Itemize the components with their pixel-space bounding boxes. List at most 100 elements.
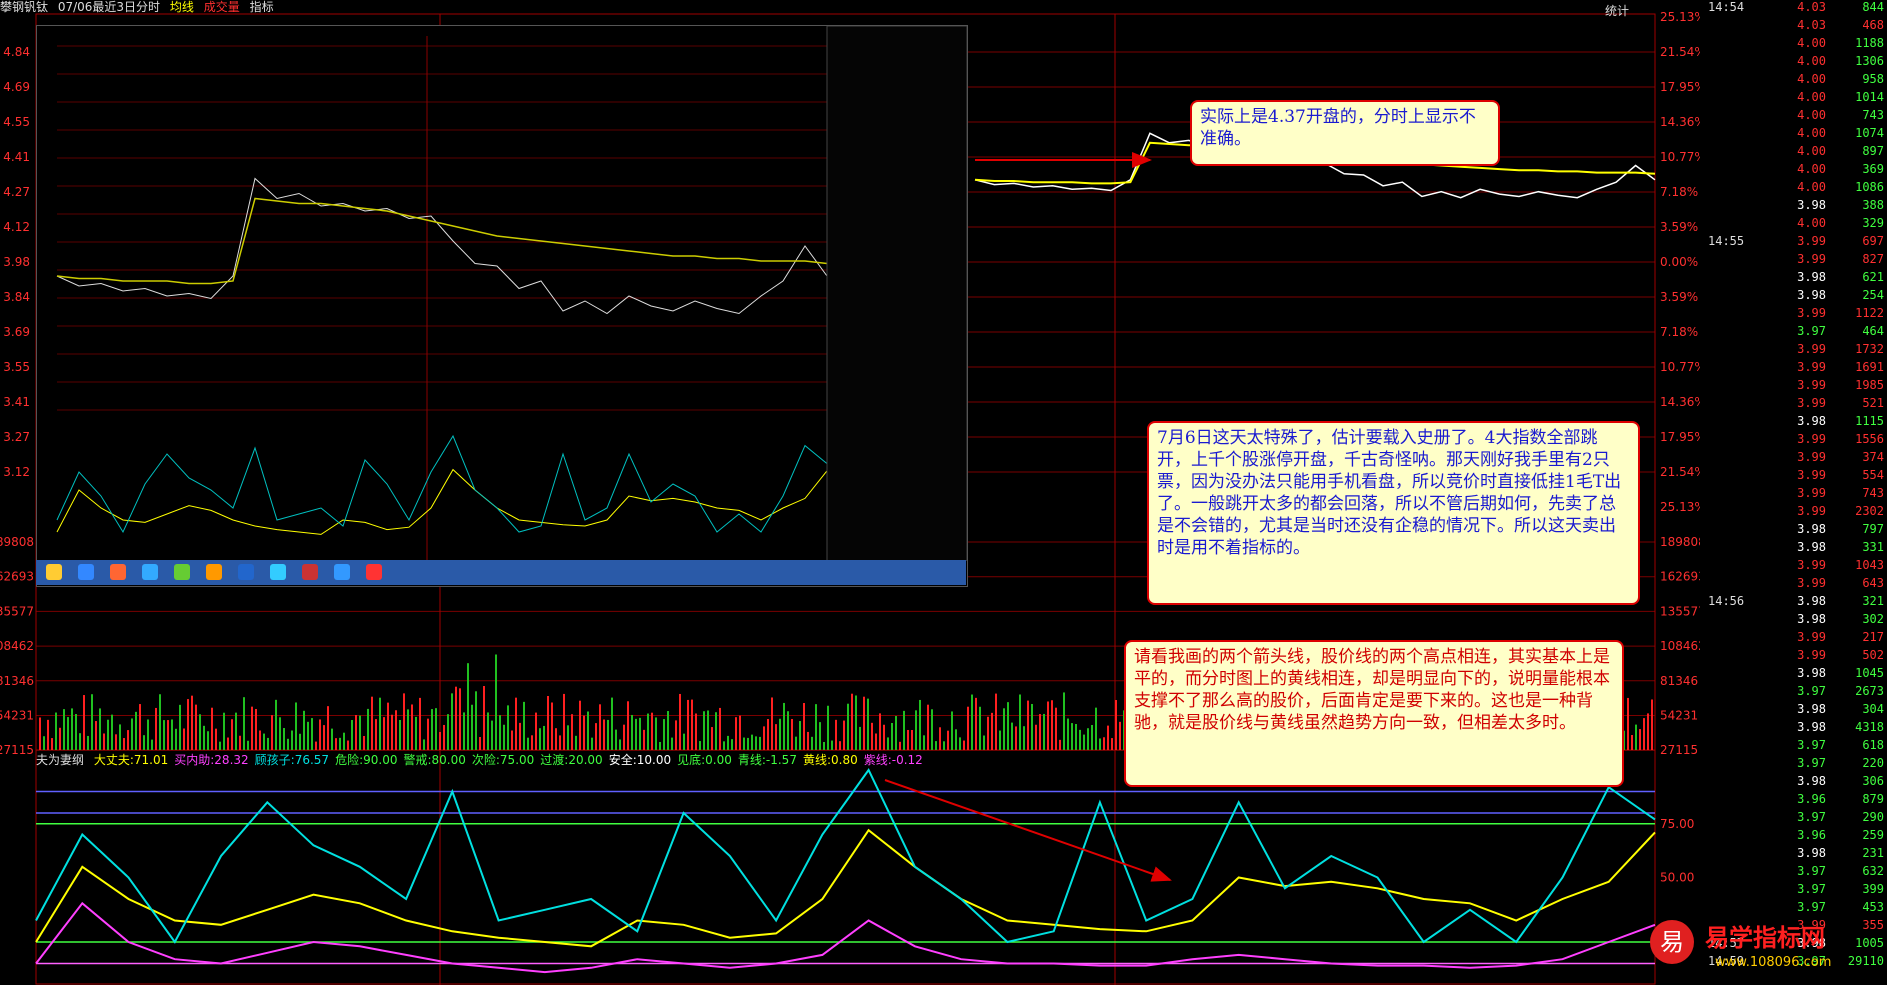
trade-price: 3.97 xyxy=(1797,882,1826,896)
pct-tick-label: 10.77% xyxy=(1660,360,1700,374)
trade-volume: 220 xyxy=(1862,756,1884,770)
stock-name: 攀钢钒钛 xyxy=(0,0,49,14)
trade-volume: 306 xyxy=(1862,774,1884,788)
trade-price: 3.99 xyxy=(1797,648,1826,662)
trade-volume: 897 xyxy=(1862,144,1884,158)
trade-volume: 632 xyxy=(1862,864,1884,878)
price-tick-label: 3.12 xyxy=(3,465,30,479)
trade-row: 3.99 217 xyxy=(1706,628,1887,646)
trade-volume: 304 xyxy=(1862,702,1884,716)
annotation-note-1: 实际上是4.37开盘的，分时上显示不准确。 xyxy=(1190,100,1500,166)
trade-volume: 217 xyxy=(1862,630,1884,644)
inset-screenshot xyxy=(36,25,968,587)
trade-price: 3.99 xyxy=(1797,378,1826,392)
pct-tick-label: 14.36% xyxy=(1660,395,1700,409)
period-label[interactable]: 07/06最近3日分时 xyxy=(58,0,160,14)
trade-row: 3.99 1985 xyxy=(1706,376,1887,394)
trade-volume: 743 xyxy=(1862,486,1884,500)
trade-row: 3.97 618 xyxy=(1706,736,1887,754)
pct-tick-label: 7.18% xyxy=(1660,325,1698,339)
trade-price: 3.97 xyxy=(1797,756,1826,770)
trade-row: 4.00 1086 xyxy=(1706,178,1887,196)
stats-button[interactable]: 统计 xyxy=(1605,2,1629,19)
trade-row: 14:55 3.99 697 xyxy=(1706,232,1887,250)
taskbar-icon[interactable] xyxy=(302,564,318,580)
volume-tick-label-right: 162693 xyxy=(1660,570,1700,584)
trade-price: 4.00 xyxy=(1797,54,1826,68)
taskbar-icon[interactable] xyxy=(174,564,190,580)
trade-row: 3.97 2673 xyxy=(1706,682,1887,700)
trade-price: 4.00 xyxy=(1797,144,1826,158)
taskbar-icon[interactable] xyxy=(366,564,382,580)
trade-volume: 369 xyxy=(1862,162,1884,176)
trade-volume: 743 xyxy=(1862,108,1884,122)
volume-tick-label: 54231 xyxy=(0,709,34,723)
indicator-legend-item: 安全:10.00 xyxy=(608,753,672,767)
pct-tick-label: 17.95% xyxy=(1660,80,1700,94)
trade-row: 3.99 1122 xyxy=(1706,304,1887,322)
price-tick-label: 3.41 xyxy=(3,395,30,409)
taskbar-icon[interactable] xyxy=(206,564,222,580)
trade-price: 3.98 xyxy=(1797,774,1826,788)
trade-volume: 29110 xyxy=(1847,954,1884,968)
indicator-legend-item: 次险:75.00 xyxy=(471,753,535,767)
taskbar xyxy=(36,560,966,585)
trade-volume: 1014 xyxy=(1855,90,1884,104)
trade-row: 4.00 1014 xyxy=(1706,88,1887,106)
trade-volume: 4318 xyxy=(1855,720,1884,734)
arrow-yellow-line xyxy=(884,779,1172,882)
taskbar-icon[interactable] xyxy=(46,564,62,580)
trade-price: 3.97 xyxy=(1797,864,1826,878)
watermark-logo: 易 xyxy=(1650,920,1694,964)
trade-price: 3.99 xyxy=(1797,630,1826,644)
trade-row: 3.97 453 xyxy=(1706,898,1887,916)
avg-line-label[interactable]: 均线 xyxy=(170,0,194,14)
volume-tick-label: 108462 xyxy=(0,639,34,653)
trade-row: 3.99 1732 xyxy=(1706,340,1887,358)
trade-volume: 521 xyxy=(1862,396,1884,410)
trade-row: 4.00 1306 xyxy=(1706,52,1887,70)
trade-row: 3.98 306 xyxy=(1706,772,1887,790)
trade-price: 4.00 xyxy=(1797,180,1826,194)
price-tick-label: 3.84 xyxy=(3,290,30,304)
watermark-url: www.108096.com xyxy=(1715,955,1832,970)
trade-volume: 1005 xyxy=(1855,936,1884,950)
indicator-legend-item: 紫线:-0.12 xyxy=(863,753,923,767)
pct-tick-label: 21.54% xyxy=(1660,45,1700,59)
trade-volume: 254 xyxy=(1862,288,1884,302)
trade-row: 3.99 521 xyxy=(1706,394,1887,412)
taskbar-icon[interactable] xyxy=(238,564,254,580)
trade-price: 3.97 xyxy=(1797,738,1826,752)
volume-tick-label: 189808 xyxy=(0,535,34,549)
indicator-legend-item: 大丈夫:71.01 xyxy=(93,753,169,767)
trade-volume: 1188 xyxy=(1855,36,1884,50)
trade-row: 3.98 4318 xyxy=(1706,718,1887,736)
trade-volume: 621 xyxy=(1862,270,1884,284)
trade-volume: 1556 xyxy=(1855,432,1884,446)
trade-row: 3.97 399 xyxy=(1706,880,1887,898)
trade-row: 3.98 304 xyxy=(1706,700,1887,718)
trade-row: 3.99 1691 xyxy=(1706,358,1887,376)
volume-label[interactable]: 成交量 xyxy=(204,0,240,14)
trade-volume: 797 xyxy=(1862,522,1884,536)
annotation-note-3: 请看我画的两个箭头线，股价线的两个高点相连，其实基本上是平的，而分时图上的黄线相… xyxy=(1124,640,1624,787)
trade-price: 3.98 xyxy=(1797,702,1826,716)
trade-row: 3.98 1115 xyxy=(1706,412,1887,430)
taskbar-icon[interactable] xyxy=(142,564,158,580)
taskbar-icon[interactable] xyxy=(110,564,126,580)
trade-row: 3.98 231 xyxy=(1706,844,1887,862)
taskbar-icon[interactable] xyxy=(270,564,286,580)
trade-time: 14:55 xyxy=(1708,234,1745,248)
trade-row: 4.00 1188 xyxy=(1706,34,1887,52)
trade-row: 3.99 643 xyxy=(1706,574,1887,592)
trade-volume: 618 xyxy=(1862,738,1884,752)
trade-time: 14:54 xyxy=(1708,0,1745,14)
indicator-legend-item: 青线:-1.57 xyxy=(737,753,797,767)
taskbar-icon[interactable] xyxy=(78,564,94,580)
trade-row: 3.96 879 xyxy=(1706,790,1887,808)
taskbar-icon[interactable] xyxy=(334,564,350,580)
trade-price: 3.98 xyxy=(1797,612,1826,626)
indicator-label[interactable]: 指标 xyxy=(250,0,274,14)
trade-volume: 464 xyxy=(1862,324,1884,338)
indicator-legend-item: 警戒:80.00 xyxy=(403,753,466,767)
